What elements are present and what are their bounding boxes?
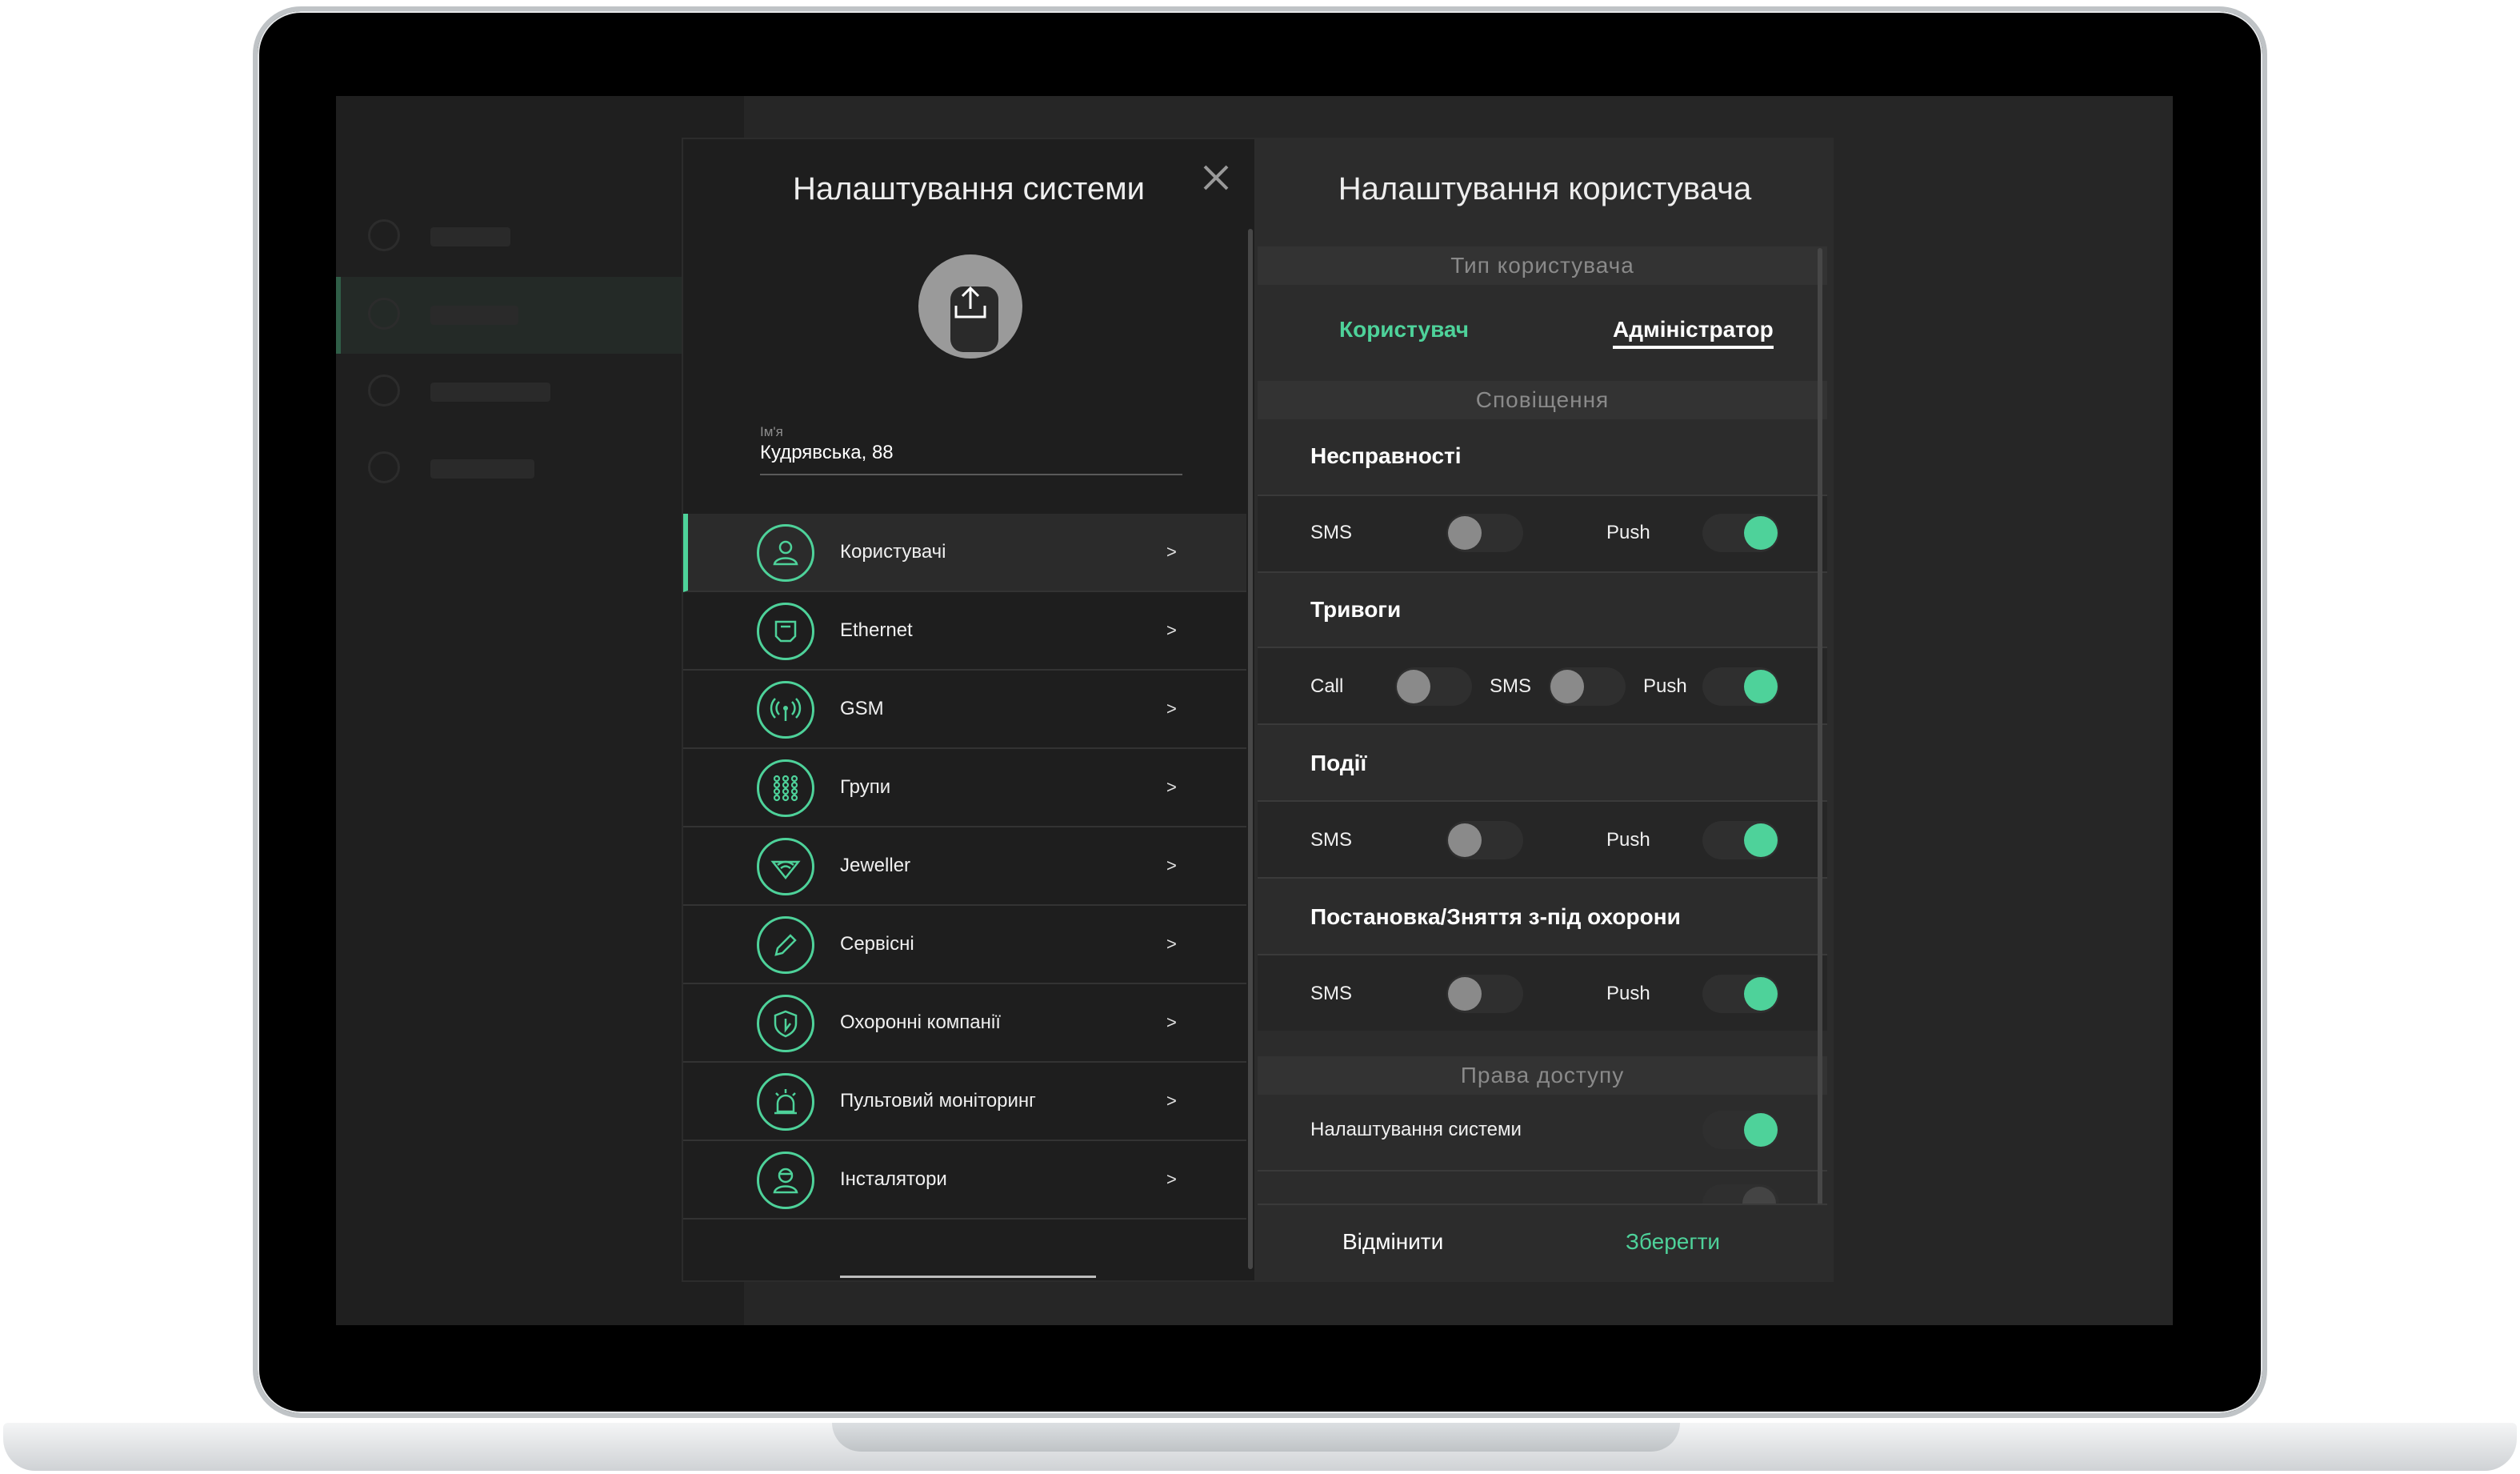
background-icon bbox=[368, 219, 400, 251]
malfunctions-title: Несправності bbox=[1310, 443, 1462, 468]
close-button[interactable] bbox=[1194, 155, 1238, 200]
alarms-sms-toggle[interactable] bbox=[1549, 667, 1626, 706]
background-icon bbox=[368, 375, 400, 407]
system-settings-panel: Налаштування системи Ім'я Кудрявська, 88… bbox=[682, 138, 1256, 1282]
call-label: Call bbox=[1310, 675, 1344, 697]
events-title: Події bbox=[1310, 751, 1367, 775]
settings-menu: Користувачі > Ethernet > GSM > Групи > J… bbox=[683, 514, 1246, 1220]
antenna-icon bbox=[757, 681, 814, 739]
wifi-diamond-icon bbox=[757, 838, 814, 895]
menu-item-label: Групи bbox=[840, 776, 891, 798]
scrollbar[interactable] bbox=[1818, 248, 1822, 1205]
push-label: Push bbox=[1606, 522, 1650, 543]
menu-item-groups[interactable]: Групи > bbox=[683, 749, 1246, 827]
chevron-right-icon: > bbox=[1166, 855, 1177, 875]
access-system-settings-label: Налаштування системи bbox=[1310, 1119, 1522, 1140]
menu-item-ethernet[interactable]: Ethernet > bbox=[683, 592, 1246, 671]
footer: Відмінити Зберегти bbox=[1258, 1204, 1827, 1280]
arming-title: Постановка/Зняття з-під охорони bbox=[1310, 904, 1681, 929]
background-icon bbox=[368, 451, 400, 483]
arming-push-toggle[interactable] bbox=[1702, 975, 1779, 1013]
scrollbar[interactable] bbox=[1248, 229, 1253, 1269]
divider bbox=[840, 1276, 1096, 1278]
sms-label: SMS bbox=[1490, 675, 1532, 697]
background-item bbox=[430, 459, 534, 479]
background-item bbox=[430, 227, 510, 246]
user-type-admin-option[interactable]: Адміністратор bbox=[1613, 317, 1774, 349]
alarms-push-toggle[interactable] bbox=[1702, 667, 1779, 706]
pencil-icon bbox=[757, 916, 814, 974]
menu-item-label: Інсталятори bbox=[840, 1168, 947, 1190]
menu-item-label: Jeweller bbox=[840, 855, 911, 876]
grid-icon bbox=[757, 759, 814, 817]
menu-item-monitoring[interactable]: Пультовий моніторинг > bbox=[683, 1063, 1246, 1141]
menu-item-installers[interactable]: Інсталятори > bbox=[683, 1141, 1246, 1220]
menu-item-label: Сервісні bbox=[840, 933, 914, 955]
menu-item-label: Охоронні компанії bbox=[840, 1011, 1001, 1033]
malfunctions-push-toggle[interactable] bbox=[1702, 514, 1779, 552]
divider bbox=[1258, 571, 1827, 573]
upload-icon bbox=[954, 286, 986, 318]
ethernet-icon bbox=[757, 603, 814, 660]
save-button[interactable]: Зберегти bbox=[1626, 1229, 1720, 1255]
sms-label: SMS bbox=[1310, 522, 1353, 543]
chevron-right-icon: > bbox=[1166, 1091, 1177, 1111]
section-header-access: Права доступу bbox=[1258, 1056, 1827, 1095]
cancel-button[interactable]: Відмінити bbox=[1342, 1229, 1443, 1255]
alarms-call-toggle[interactable] bbox=[1395, 667, 1472, 706]
panel-title: Налаштування системи bbox=[793, 171, 1145, 206]
menu-item-label: Пультовий моніторинг bbox=[840, 1090, 1036, 1112]
events-sms-toggle[interactable] bbox=[1446, 821, 1523, 859]
events-push-toggle[interactable] bbox=[1702, 821, 1779, 859]
chevron-right-icon: > bbox=[1166, 1169, 1177, 1189]
user-icon bbox=[757, 524, 814, 582]
divider bbox=[1258, 877, 1827, 879]
chevron-right-icon: > bbox=[1166, 620, 1177, 640]
chevron-right-icon: > bbox=[1166, 542, 1177, 562]
chevron-right-icon: > bbox=[1166, 699, 1177, 719]
shield-icon bbox=[757, 995, 814, 1052]
close-icon[interactable] bbox=[1194, 155, 1238, 200]
push-label: Push bbox=[1606, 983, 1650, 1004]
menu-item-jeweller[interactable]: Jeweller > bbox=[683, 827, 1246, 906]
avatar-upload[interactable] bbox=[918, 254, 1022, 358]
siren-icon bbox=[757, 1073, 814, 1131]
menu-item-gsm[interactable]: GSM > bbox=[683, 671, 1246, 749]
name-label: Ім'я bbox=[760, 424, 783, 439]
panel-title: Налаштування користувача bbox=[1338, 171, 1752, 206]
laptop-notch bbox=[832, 1423, 1680, 1452]
installer-icon bbox=[757, 1152, 814, 1209]
push-label: Push bbox=[1643, 675, 1687, 697]
user-type-user-option[interactable]: Користувач bbox=[1339, 317, 1469, 342]
user-settings-panel: Налаштування користувача Тип користувача… bbox=[1256, 138, 1834, 1282]
menu-item-label: Користувачі bbox=[840, 541, 946, 563]
access-system-settings-toggle[interactable] bbox=[1702, 1111, 1779, 1149]
background-item bbox=[430, 306, 518, 325]
chevron-right-icon: > bbox=[1166, 934, 1177, 954]
divider bbox=[1258, 1170, 1827, 1172]
section-header-user-type: Тип користувача bbox=[1258, 246, 1827, 285]
chevron-right-icon: > bbox=[1166, 777, 1177, 797]
section-header-notifications: Сповіщення bbox=[1258, 381, 1827, 419]
background-icon bbox=[368, 298, 400, 330]
name-field[interactable]: Кудрявська, 88 bbox=[760, 442, 1182, 475]
alarms-title: Тривоги bbox=[1310, 597, 1402, 622]
sms-label: SMS bbox=[1310, 983, 1353, 1004]
menu-item-label: GSM bbox=[840, 698, 884, 719]
arming-sms-toggle[interactable] bbox=[1446, 975, 1523, 1013]
divider bbox=[1258, 723, 1827, 725]
menu-item-security-companies[interactable]: Охоронні компанії > bbox=[683, 984, 1246, 1063]
menu-item-service[interactable]: Сервісні > bbox=[683, 906, 1246, 984]
malfunctions-sms-toggle[interactable] bbox=[1446, 514, 1523, 552]
menu-item-users[interactable]: Користувачі > bbox=[683, 514, 1246, 592]
menu-item-label: Ethernet bbox=[840, 619, 913, 641]
background-item bbox=[430, 383, 550, 402]
push-label: Push bbox=[1606, 829, 1650, 851]
chevron-right-icon: > bbox=[1166, 1012, 1177, 1032]
sms-label: SMS bbox=[1310, 829, 1353, 851]
